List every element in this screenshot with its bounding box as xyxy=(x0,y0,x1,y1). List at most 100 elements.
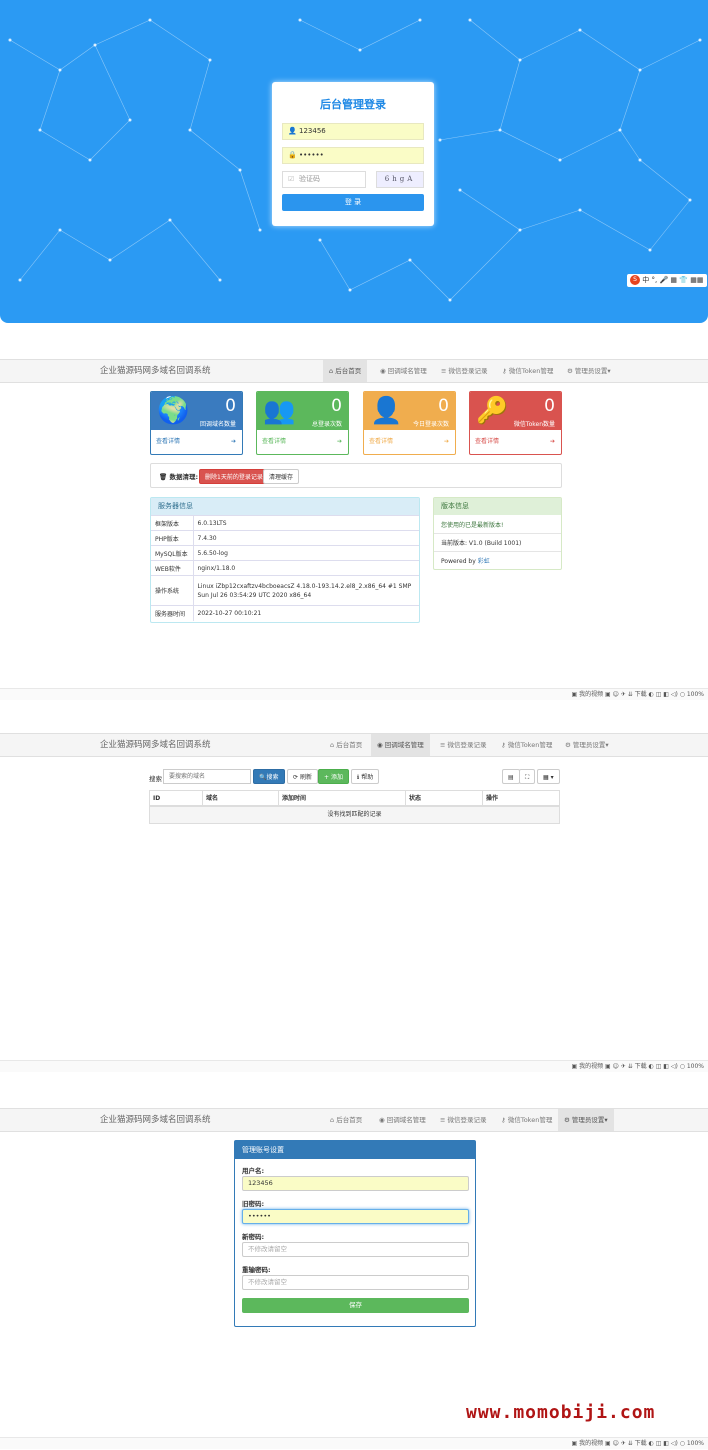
add-button[interactable]: + 添加 xyxy=(318,769,349,784)
nav-admin[interactable]: ⚙ 管理员设置▾ xyxy=(559,734,615,756)
top-navbar: 企业猫源码网多域名回调系统 ⌂ 后台首页 ◉ 回调域名管理 ≡ 微信登录记录 ⚷… xyxy=(0,1108,708,1132)
arrow-circle-icon: ➔ xyxy=(336,438,342,445)
menu-grid-icon[interactable]: ▦▦ xyxy=(690,276,703,284)
view-details-link[interactable]: 查看详情 ➔ xyxy=(364,430,455,454)
nav-label: 后台首页 xyxy=(336,1116,363,1124)
nav-wechat-logs[interactable]: ≡ 微信登录记录 xyxy=(435,360,494,382)
refresh-button[interactable]: ⟳ 刷新 xyxy=(287,769,318,784)
nav-domains[interactable]: ◉ 回调域名管理 xyxy=(371,734,430,756)
fullscreen-icon[interactable]: ⛶ xyxy=(519,769,536,784)
ime-item[interactable]: °, xyxy=(651,276,657,284)
search-button[interactable]: 🔍搜索 xyxy=(253,769,285,784)
stat-card-today: 👤 0 今日登录次数 查看详情 ➔ xyxy=(363,391,456,455)
old-password-field[interactable]: •••••• xyxy=(242,1209,469,1224)
new-password-field[interactable]: 不修改请留空 xyxy=(242,1242,469,1257)
save-button[interactable]: 保存 xyxy=(242,1298,469,1313)
nav-label: 微信Token管理 xyxy=(507,741,553,749)
username-input[interactable]: 👤 123456 xyxy=(282,123,424,140)
stat-number: 0 xyxy=(225,396,236,416)
powered-link[interactable]: 彩虹 xyxy=(478,558,490,565)
nav-home[interactable]: ⌂ 后台首页 xyxy=(324,734,368,756)
column-header[interactable]: 添加时间 xyxy=(278,791,306,806)
nav-wechat-logs[interactable]: ≡ 微信登录记录 xyxy=(434,1109,493,1131)
stat-label: 回调域名数量 xyxy=(199,421,236,428)
lock-icon: 🔒 xyxy=(288,151,297,159)
sogou-logo-icon: S xyxy=(630,275,640,285)
nav-token[interactable]: ⚷ 微信Token管理 xyxy=(495,734,558,756)
link-label: 查看详情 xyxy=(156,438,181,445)
ime-toolbar[interactable]: S 中 °, 🎤 ▦ 👕 ▦▦ xyxy=(627,274,707,287)
brand[interactable]: 企业猫源码网多域名回调系统 xyxy=(100,360,211,382)
button-label: 刷新 xyxy=(299,774,312,781)
nav-domains[interactable]: ◉ 回调域名管理 xyxy=(374,360,433,382)
nav-home[interactable]: ⌂ 后台首页 xyxy=(323,360,368,382)
search-input[interactable] xyxy=(163,769,251,784)
stat-card-domains: 🌍 0 回调域名数量 查看详情 ➔ xyxy=(150,391,243,455)
empty-row: 没有找到匹配的记录 xyxy=(150,807,559,823)
column-header[interactable]: 域名 xyxy=(202,791,218,806)
view-details-link[interactable]: 查看详情 ➔ xyxy=(257,430,348,454)
nav-token[interactable]: ⚷ 微信Token管理 xyxy=(496,360,559,382)
column-header[interactable]: 操作 xyxy=(482,791,498,806)
username-value: 123456 xyxy=(299,127,326,135)
key-icon: 🔑 xyxy=(476,396,509,426)
info-value: 2022-10-27 00:10:21 xyxy=(193,605,419,621)
stat-label: 今日登录次数 xyxy=(412,421,449,428)
column-header[interactable]: ID xyxy=(150,791,160,806)
brand[interactable]: 企业猫源码网多域名回调系统 xyxy=(100,1109,211,1131)
refresh-icon: ⟳ xyxy=(293,774,300,781)
nav-wechat-logs[interactable]: ≡ 微信登录记录 xyxy=(434,734,493,756)
captcha-image[interactable]: 6hgA xyxy=(376,171,424,188)
ime-item[interactable]: 中 xyxy=(642,276,649,284)
info-value: nginx/1.18.0 xyxy=(193,560,419,576)
view-details-link[interactable]: 查看详情 ➔ xyxy=(470,430,561,454)
skin-icon[interactable]: 👕 xyxy=(679,276,688,284)
nav-admin[interactable]: ⚙ 管理员设置▾ xyxy=(561,360,617,382)
username-field[interactable]: 123456 xyxy=(242,1176,469,1191)
check-icon: ☑ xyxy=(288,175,295,183)
stat-number: 0 xyxy=(331,396,342,416)
nav-label: 后台首页 xyxy=(336,741,363,749)
nav-admin[interactable]: ⚙ 管理员设置▾ xyxy=(558,1109,614,1131)
nav-label: 微信登录记录 xyxy=(447,741,487,749)
login-button[interactable]: 登 录 xyxy=(282,194,424,211)
delete-old-logs-button[interactable]: 删除1天前的登录记录 xyxy=(199,469,269,484)
brand[interactable]: 企业猫源码网多域名回调系统 xyxy=(100,734,211,756)
view-details-link[interactable]: 查看详情 ➔ xyxy=(151,430,242,454)
stat-card-logins: 👥 0 总登录次数 查看详情 ➔ xyxy=(256,391,349,455)
nav-label: 管理员设置▾ xyxy=(574,367,611,375)
powered-by: Powered by 彩虹 xyxy=(441,556,490,565)
browser-statusbar[interactable]: ▣ 我的视频 ▣ ☺ ✈ ⇊ 下载 ◐ ◫ ◧ ◁) ○ 100% xyxy=(0,688,708,700)
users-icon: 👥 xyxy=(263,396,296,426)
nav-domains[interactable]: ◉ 回调域名管理 xyxy=(373,1109,432,1131)
nav-home[interactable]: ⌂ 后台首页 xyxy=(324,1109,368,1131)
nav-label: 微信登录记录 xyxy=(448,367,488,375)
nav-token[interactable]: ⚷ 微信Token管理 xyxy=(495,1109,558,1131)
captcha-input[interactable]: ☑ 验证码 xyxy=(282,171,366,188)
columns-icon[interactable]: ▦ ▾ xyxy=(537,769,560,784)
divider xyxy=(434,551,561,552)
column-header[interactable]: 状态 xyxy=(405,791,421,806)
browser-statusbar[interactable]: ▣ 我的视频 ▣ ☺ ✈ ⇊ 下载 ◐ ◫ ◧ ◁) ○ 100% xyxy=(0,1437,708,1449)
info-key: 服务器时间 xyxy=(151,605,194,621)
password-input[interactable]: 🔒 •••••• xyxy=(282,147,424,164)
arrow-circle-icon: ➔ xyxy=(549,438,555,445)
button-label: 搜索 xyxy=(266,774,279,781)
clear-cache-button[interactable]: 清理缓存 xyxy=(263,469,300,484)
cleanup-panel: 🗑 数据清理: 删除1天前的登录记录 清理缓存 xyxy=(150,463,562,488)
toggle-view-icon[interactable]: ▤ xyxy=(502,769,520,784)
browser-statusbar[interactable]: ▣ 我的视频 ▣ ☺ ✈ ⇊ 下载 ◐ ◫ ◧ ◁) ○ 100% xyxy=(0,1060,708,1072)
keyboard-icon[interactable]: ▦ xyxy=(670,276,677,284)
version-panel: 版本信息 您使用的已是最新版本! 当前版本: V1.0 (Build 1001)… xyxy=(433,497,562,570)
top-navbar: 企业猫源码网多域名回调系统 ⌂ 后台首页 ◉ 回调域名管理 ≡ 微信登录记录 ⚷… xyxy=(0,359,708,383)
server-info-table: 框架版本 6.0.13LTS PHP版本 7.4.30 MySQL版本 5.6.50-… xyxy=(151,515,419,621)
repeat-password-field[interactable]: 不修改请留空 xyxy=(242,1275,469,1290)
panel-title: 管理账号设置 xyxy=(235,1141,475,1159)
globe-icon: 🌍 xyxy=(157,396,190,426)
link-label: 查看详情 xyxy=(262,438,287,445)
repeat-password-label: 重输密码: xyxy=(242,1266,271,1274)
stat-card-token: 🔑 0 微信Token数量 查看详情 ➔ xyxy=(469,391,562,455)
help-button[interactable]: ℹ 帮助 xyxy=(351,769,380,784)
microphone-icon[interactable]: 🎤 xyxy=(659,276,668,284)
server-info-panel: 服务器信息 框架版本 6.0.13LTS PHP版本 7.4.30 MySQL版本 5… xyxy=(150,497,420,623)
